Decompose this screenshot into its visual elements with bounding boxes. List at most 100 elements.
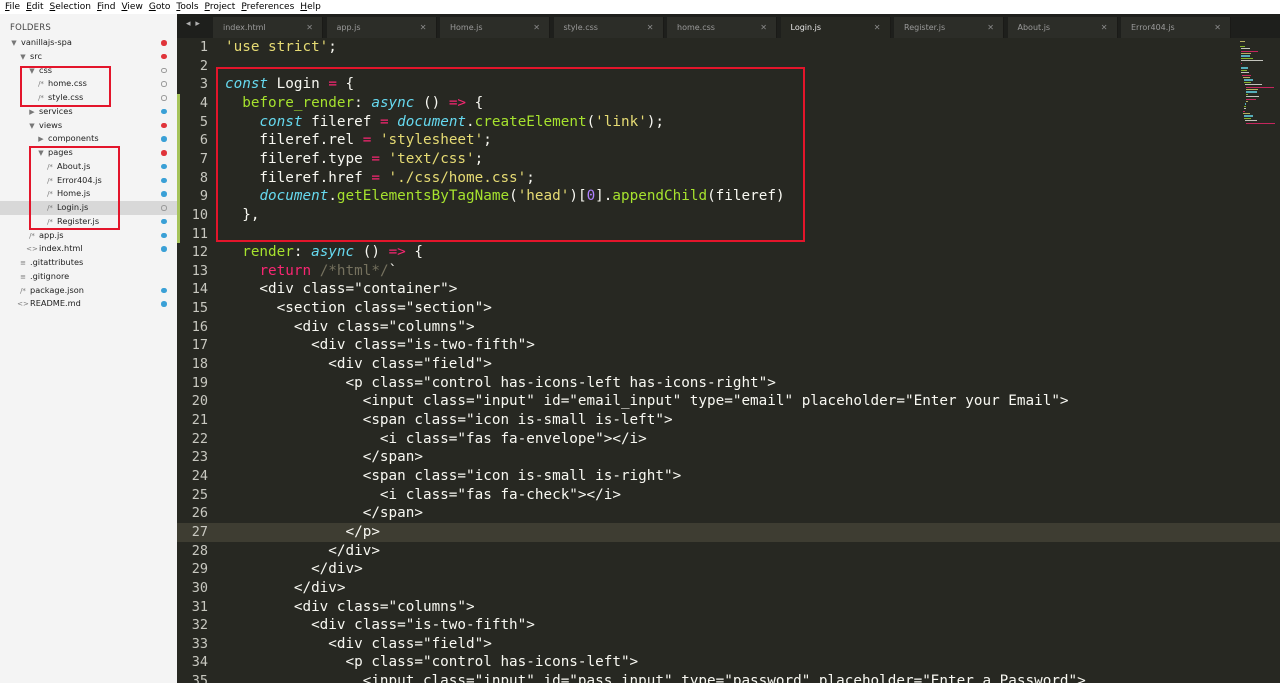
tree-item-home-js[interactable]: /* Home.js <box>0 187 177 201</box>
file-icon: <> <box>17 300 29 309</box>
close-icon[interactable]: ✕ <box>760 17 767 38</box>
git-status-dot <box>161 163 167 170</box>
tree-item-label: home.css <box>48 78 87 89</box>
tab-error404-js[interactable]: Error404.js ✕ <box>1121 17 1231 38</box>
minimap[interactable] <box>1235 38 1280 148</box>
close-icon[interactable]: ✕ <box>420 17 427 38</box>
tree-item-index-html[interactable]: <>index.html <box>0 242 177 256</box>
menu-selection[interactable]: Selection <box>48 0 93 14</box>
tree-item-label: src <box>30 50 42 61</box>
close-icon[interactable]: ✕ <box>1101 17 1108 38</box>
menu-find[interactable]: Find <box>95 0 117 14</box>
tree-item-vanillajs-spa[interactable]: ▼ vanillajs-spa <box>0 36 177 50</box>
tree-item--gitattributes[interactable]: ≡ .gitattributes <box>0 256 177 270</box>
line-number: 26 <box>191 505 208 522</box>
tree-item-src[interactable]: ▼ src <box>0 50 177 64</box>
tab-register-js[interactable]: Register.js ✕ <box>894 17 1004 38</box>
menu-tools[interactable]: Tools <box>174 0 200 14</box>
menu-help[interactable]: Help <box>298 0 323 14</box>
menu-goto[interactable]: Goto <box>147 0 173 14</box>
line-number: 16 <box>191 318 208 335</box>
code-line: <div class="field"> <box>225 635 492 652</box>
folder-open-icon: ▼ <box>11 39 17 47</box>
line-number: 27 <box>177 522 221 542</box>
file-icon: /* <box>47 162 53 171</box>
line-number: 25 <box>191 486 208 503</box>
tree-item-login-js[interactable]: /* Login.js <box>0 201 177 215</box>
git-status-dot <box>161 246 167 252</box>
git-status-dot <box>161 81 167 87</box>
tree-item-css[interactable]: ▼ css <box>0 64 177 78</box>
tree-item-about-js[interactable]: /* About.js <box>0 160 177 174</box>
menu-edit[interactable]: Edit <box>24 0 45 14</box>
code-line: </div> <box>225 579 346 596</box>
tab-home-css[interactable]: home.css ✕ <box>667 17 777 38</box>
tree-item-pages[interactable]: ▼ pages <box>0 146 177 160</box>
line-number: 21 <box>191 412 208 428</box>
tree-item-package-json[interactable]: /* package.json <box>0 284 177 298</box>
folder-closed-icon: ▶ <box>29 107 35 116</box>
tab-style-css[interactable]: style.css ✕ <box>553 17 664 38</box>
tree-item-label: css <box>39 64 53 75</box>
tree-item-services[interactable]: ▶ services <box>0 105 177 119</box>
tab-index-html[interactable]: index.html ✕ <box>213 17 323 38</box>
code-line: const Login = { <box>225 76 355 93</box>
line-number: 32 <box>191 617 208 634</box>
folder-open-icon: ▼ <box>20 52 26 61</box>
tree-item-home-css[interactable]: /* home.css <box>0 77 177 91</box>
line-number: 3 <box>199 76 208 93</box>
tree-item-components[interactable]: ▶ components <box>0 132 177 146</box>
git-status-dot <box>161 40 167 46</box>
git-status-dot <box>161 150 167 156</box>
file-icon: ≡ <box>20 272 26 281</box>
tree-item-label: components <box>48 133 99 144</box>
file-icon: /* <box>20 286 26 295</box>
line-number: 7 <box>199 150 208 167</box>
line-number: 18 <box>191 356 208 373</box>
close-icon[interactable]: ✕ <box>874 17 881 38</box>
code-line: render: async () => { <box>242 244 424 261</box>
tab-app-js[interactable]: app.js ✕ <box>326 17 437 38</box>
tab-nav-arrows[interactable]: ◂ ▸ <box>186 19 201 29</box>
close-icon[interactable]: ✕ <box>306 17 313 38</box>
tree-item-label: package.json <box>30 284 84 295</box>
menu-preferences[interactable]: Preferences <box>239 0 296 14</box>
line-number: 29 <box>191 561 208 578</box>
tab-label: home.css <box>677 23 715 32</box>
tree-item-views[interactable]: ▼ views <box>0 119 177 133</box>
close-icon[interactable]: ✕ <box>1214 17 1221 38</box>
tree-item-label: README.md <box>30 298 81 309</box>
code-line: before_render: async () => { <box>242 94 484 111</box>
line-number: 24 <box>191 467 208 484</box>
tree-item-error404-js[interactable]: /* Error404.js <box>0 174 177 188</box>
tab-label: Register.js <box>904 23 946 32</box>
tab-home-js[interactable]: Home.js ✕ <box>440 17 550 38</box>
close-icon[interactable]: ✕ <box>647 17 654 38</box>
close-icon[interactable]: ✕ <box>987 17 994 38</box>
code-line: fileref.type = 'text/css'; <box>225 150 484 167</box>
tab-about-js[interactable]: About.js ✕ <box>1007 17 1118 38</box>
code-line: <i class="fas fa-envelope"></i> <box>225 430 647 447</box>
code-line: <div class="columns"> <box>225 598 475 615</box>
line-number: 23 <box>191 449 208 466</box>
line-number: 28 <box>191 542 208 559</box>
tree-item--gitignore[interactable]: ≡ .gitignore <box>0 270 177 284</box>
tree-item-register-js[interactable]: /* Register.js <box>0 215 177 229</box>
tree-item-style-css[interactable]: /* style.css <box>0 91 177 105</box>
line-number: 22 <box>191 430 208 447</box>
file-icon: /* <box>47 190 53 199</box>
menu-file[interactable]: File <box>0 0 22 14</box>
modified-lines-marker <box>177 94 180 225</box>
tab-login-js[interactable]: Login.js ✕ <box>780 17 891 38</box>
code-line: <p class="control has-icons-left"> <box>225 654 639 671</box>
close-icon[interactable]: ✕ <box>533 17 540 38</box>
menu-view[interactable]: View <box>119 0 144 14</box>
code-line: </div> <box>225 542 380 559</box>
tree-item-app-js[interactable]: /* app.js <box>0 229 177 243</box>
code-line: <section class="section"> <box>225 300 492 317</box>
tree-item-readme-md[interactable]: <>README.md <box>0 297 177 311</box>
folder-closed-icon: ▶ <box>38 135 44 144</box>
menu-project[interactable]: Project <box>203 0 238 14</box>
code-editor[interactable]: 1 2 3 4 5 6 7 8 9 10 11 12 13 14 15 16 17 18 19 20 21 22 23 24 2… <box>177 38 1280 683</box>
line-number: 34 <box>191 654 208 671</box>
